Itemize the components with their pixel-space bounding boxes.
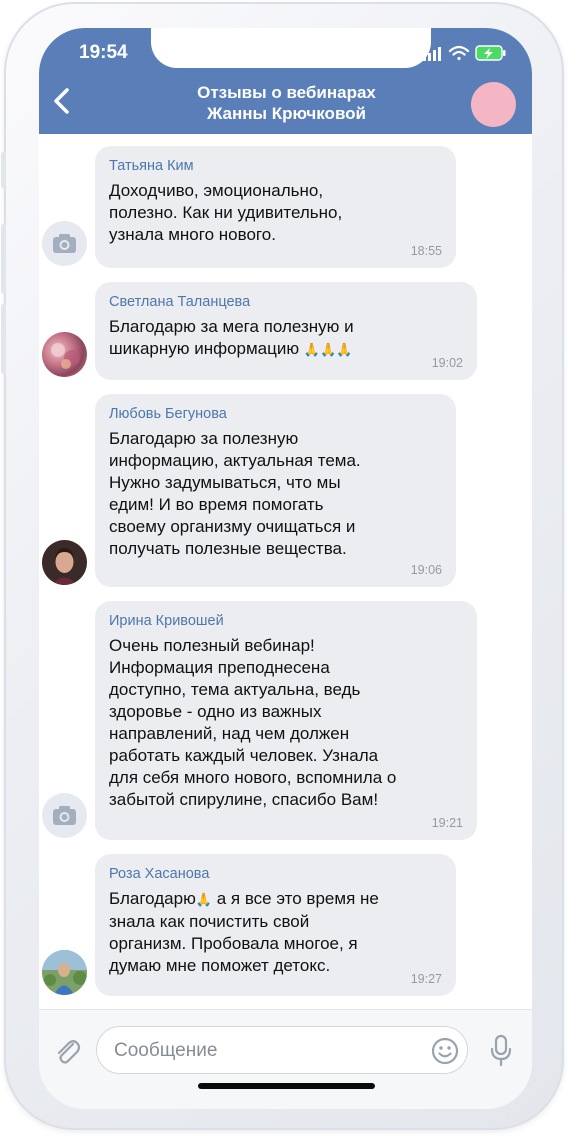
user-avatar[interactable] <box>42 540 87 585</box>
message-line: Благодарю за мега полезную и <box>109 317 354 336</box>
microphone-icon[interactable] <box>487 1034 515 1068</box>
message-line: Доходчиво, эмоционально, <box>109 181 324 200</box>
chat-title[interactable]: Отзывы о вебинарах Жанны Крючковой <box>139 82 434 124</box>
message-line: организм. Пробовала многое, я <box>109 934 358 953</box>
battery-charging-icon <box>475 45 506 61</box>
message-text: Благодарю🙏 а я все это время не знала ка… <box>109 888 442 977</box>
message-line-text: а я все это время не <box>212 889 379 908</box>
chat-header: 19:54 Отзывы о вебинарах Жанны Крючковой <box>39 28 532 134</box>
message-line: работать каждый человек. Узнала <box>109 746 379 765</box>
message-item: Ирина Кривошей Очень полезный вебинар! И… <box>39 601 532 840</box>
sender-name[interactable]: Роза Хасанова <box>109 865 442 883</box>
message-line: забытой спирулине, спасибо Вам! <box>109 790 379 809</box>
message-text: Благодарю за мега полезную и шикарную ин… <box>109 316 463 361</box>
message-time: 19:21 <box>431 816 463 830</box>
signal-icon <box>423 47 441 61</box>
message-line-text: шикарную информацию <box>109 339 300 358</box>
message-input[interactable]: Сообщение <box>96 1026 468 1074</box>
sender-name[interactable]: Светлана Таланцева <box>109 293 463 311</box>
message-time: 19:27 <box>410 972 442 986</box>
status-icons <box>423 45 506 61</box>
message-bubble[interactable]: Ирина Кривошей Очень полезный вебинар! И… <box>95 601 477 840</box>
message-bubble[interactable]: Татьяна Ким Доходчиво, эмоционально, пол… <box>95 146 456 268</box>
message-line: Очень полезный вебинар! <box>109 636 315 655</box>
message-line: здоровье - одно из важных <box>109 702 322 721</box>
chat-title-line2: Жанны Крючковой <box>206 104 367 123</box>
message-item: Светлана Таланцева Благодарю за мега пол… <box>39 282 532 380</box>
message-line: шикарную информацию 🙏🙏🙏 <box>109 338 463 361</box>
message-item: Татьяна Ким Доходчиво, эмоционально, пол… <box>39 146 532 268</box>
home-indicator[interactable] <box>198 1083 375 1089</box>
message-text: Благодарю за полезную информацию, актуал… <box>109 428 442 560</box>
sender-name[interactable]: Любовь Бегунова <box>109 405 442 423</box>
message-line: знала как почистить свой <box>109 912 310 931</box>
avatar-photo <box>51 343 80 369</box>
message-list[interactable]: Татьяна Ким Доходчиво, эмоционально, пол… <box>39 134 532 1009</box>
message-item: Любовь Бегунова Благодарю за полезную ин… <box>39 394 532 587</box>
phone-screen: 19:54 Отзывы о вебинарах Жанны Крючковой… <box>39 28 532 1109</box>
message-line: думаю мне поможет детокс. <box>109 956 331 975</box>
message-line: Благодарю за полезную <box>109 429 299 448</box>
back-arrow-icon[interactable] <box>49 86 75 116</box>
message-line: информацию, актуальная тема. <box>109 451 361 470</box>
message-line: Нужно задумываться, что мы <box>109 473 341 492</box>
message-text: Очень полезный вебинар! Информация препо… <box>109 635 463 811</box>
volume-up-button <box>1 224 6 294</box>
message-line: Благодарю🙏 а я все это время не <box>109 888 442 911</box>
message-line: направлений, над чем должен <box>109 724 350 743</box>
message-line: для себя много нового, вспомнила о <box>109 768 397 787</box>
message-line: Информация преподнесена <box>109 658 330 677</box>
volume-down-button <box>1 304 6 374</box>
notch <box>151 28 431 68</box>
message-line: доступно, тема актуальна, ведь <box>109 680 361 699</box>
message-bubble[interactable]: Любовь Бегунова Благодарю за полезную ин… <box>95 394 456 587</box>
message-text: Доходчиво, эмоционально, полезно. Как ни… <box>109 180 442 246</box>
chat-title-line1: Отзывы о вебинарах <box>197 83 376 102</box>
message-bubble[interactable]: Роза Хасанова Благодарю🙏 а я все это вре… <box>95 854 456 996</box>
emoji-icon[interactable] <box>430 1036 460 1066</box>
user-avatar-placeholder[interactable] <box>42 221 87 266</box>
praying-hands-emoji: 🙏🙏🙏 <box>303 342 353 357</box>
message-line-text: Благодарю <box>109 889 196 908</box>
user-avatar[interactable] <box>42 950 87 995</box>
sender-name[interactable]: Ирина Кривошей <box>109 612 463 630</box>
message-line: получать полезные вещества. <box>109 539 347 558</box>
message-bubble[interactable]: Светлана Таланцева Благодарю за мега пол… <box>95 282 477 380</box>
message-composer: Сообщение <box>39 1009 532 1109</box>
message-line: своему организму очищаться и <box>109 517 356 536</box>
message-input-placeholder: Сообщение <box>114 1040 218 1061</box>
camera-icon <box>53 234 76 253</box>
avatar-photo <box>52 548 77 585</box>
camera-icon <box>53 806 76 825</box>
praying-hands-emoji: 🙏 <box>195 892 213 907</box>
chat-avatar[interactable] <box>471 82 516 127</box>
message-item: Роза Хасанова Благодарю🙏 а я все это вре… <box>39 854 532 996</box>
message-time: 19:02 <box>431 356 463 370</box>
user-avatar[interactable] <box>42 332 87 377</box>
user-avatar-placeholder[interactable] <box>42 793 87 838</box>
status-time: 19:54 <box>79 42 128 63</box>
mute-switch <box>1 152 6 188</box>
wifi-icon <box>448 45 470 61</box>
sender-name[interactable]: Татьяна Ким <box>109 157 442 175</box>
message-line: едим! И во время помогать <box>109 495 324 514</box>
message-time: 19:06 <box>410 563 442 577</box>
avatar-photo <box>42 950 87 995</box>
paperclip-icon[interactable] <box>51 1036 81 1066</box>
message-line: полезно. Как ни удивительно, <box>109 203 343 222</box>
message-line: узнала много нового. <box>109 225 276 244</box>
message-time: 18:55 <box>410 244 442 258</box>
